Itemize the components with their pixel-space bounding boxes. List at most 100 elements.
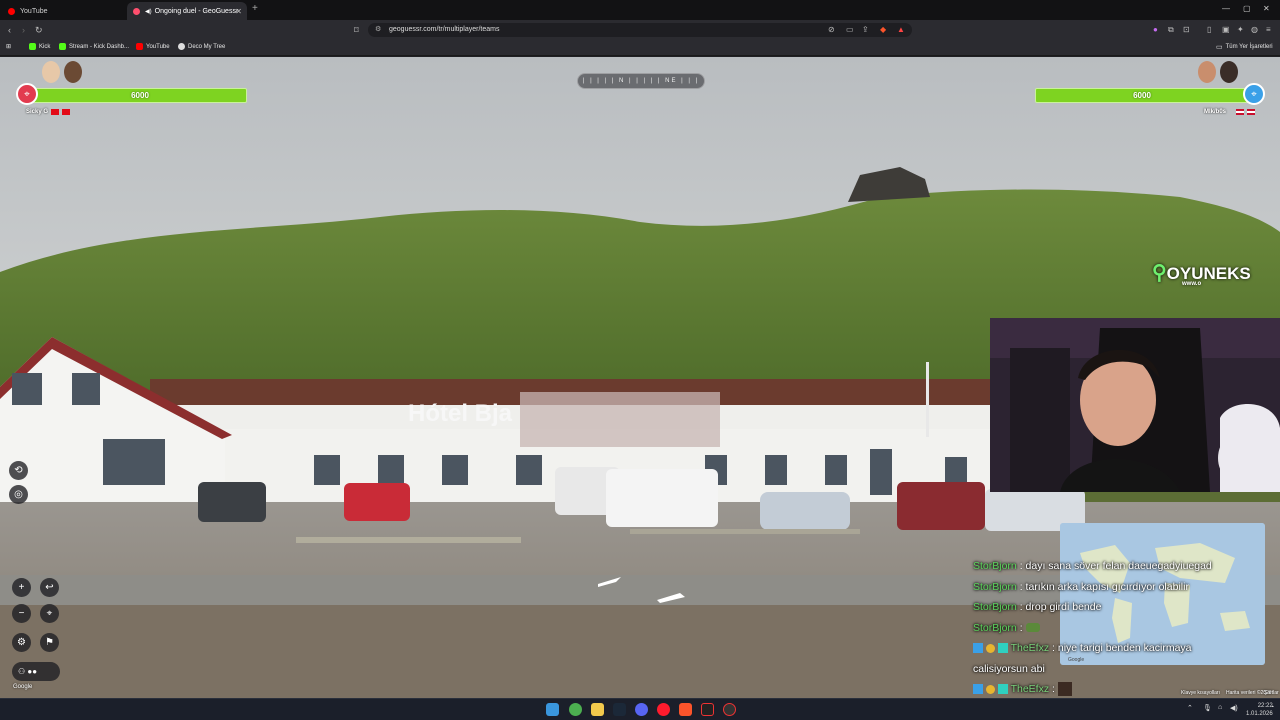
- geoguessr-icon: [133, 7, 140, 15]
- streamer-webcam: [990, 318, 1280, 492]
- chat-text: calisiyorsun abi: [973, 662, 1045, 675]
- subscriber-badge-icon: [997, 684, 1008, 695]
- share-icon[interactable]: ⇪: [862, 25, 869, 34]
- obs-icon[interactable]: [723, 703, 736, 716]
- steam-icon[interactable]: [613, 703, 626, 716]
- tab-geoguessr-label: Ongoing duel - GeoGuessr: [154, 7, 239, 15]
- stream-chat: StorBjorn : dayı sana söver felan daeueg…: [973, 556, 1248, 700]
- badge-icon: [973, 684, 983, 695]
- mic-icon[interactable]: 🎙: [1203, 704, 1212, 712]
- location-pin-icon: ⌖: [16, 83, 38, 105]
- turkey-flag-icon: [62, 109, 70, 115]
- tray-chevron-icon[interactable]: ⌃: [1187, 704, 1193, 712]
- chat-message: StorBjorn : dayı sana söver felan daeueg…: [973, 560, 1212, 572]
- bookmark-deco-my-tree[interactable]: Deco My Tree: [178, 43, 225, 50]
- clock-date: 1.01.2026: [1246, 711, 1273, 717]
- back-button[interactable]: ‹: [8, 25, 11, 35]
- left-team-health: 6000: [33, 88, 247, 103]
- chat-username: StorBjorn: [973, 560, 1017, 572]
- youtube-icon: [8, 7, 15, 15]
- bookmark-label: Kick: [39, 43, 51, 50]
- menu-icon[interactable]: ≡: [1266, 25, 1271, 34]
- flag-icon[interactable]: ⚑: [40, 633, 59, 652]
- bookmark-label: YouTube: [146, 43, 170, 50]
- extension-icon[interactable]: ●: [1153, 25, 1158, 34]
- chat-username: TheEfxz: [1010, 683, 1050, 695]
- bookmark-icon[interactable]: ⌑: [354, 25, 359, 36]
- pip-icon[interactable]: ▭: [846, 25, 854, 34]
- notification-bell-icon[interactable]: ◔: [1270, 704, 1274, 711]
- network-icon[interactable]: ⌂: [1218, 704, 1222, 711]
- return-to-start-icon[interactable]: ⟲: [9, 461, 28, 480]
- zoom-out-button[interactable]: −: [12, 604, 31, 623]
- apps-icon[interactable]: ⊞: [6, 43, 11, 50]
- app-icon[interactable]: [701, 703, 714, 716]
- address-toolbar: ‹ › ↻ ⌑ ⚙ geoguessr.com/tr/multiplayer/t…: [0, 20, 1280, 40]
- keyboard-shortcuts-link[interactable]: Klavye kısayolları: [1181, 690, 1220, 696]
- windows-start-icon[interactable]: [546, 703, 559, 716]
- location-pin-icon: ⌖: [1243, 83, 1265, 105]
- tab-youtube[interactable]: YouTube: [2, 2, 124, 20]
- kick-icon: [29, 43, 36, 50]
- site-info-icon[interactable]: ⚙: [375, 23, 381, 37]
- chat-username: StorBjorn: [973, 621, 1017, 634]
- tab-youtube-label: YouTube: [20, 7, 48, 15]
- downloads-icon[interactable]: ⊡: [1183, 25, 1190, 34]
- cast-icon[interactable]: ⊘: [828, 25, 835, 34]
- browser-tab-strip: YouTube ◀) Ongoing duel - GeoGuessr ✕ + …: [0, 0, 1280, 20]
- emote-icon: [1025, 623, 1040, 633]
- bookmarks-bar: ⊞ Kick Stream - Kick Dashb... YouTube De…: [0, 40, 1280, 56]
- team-players-button[interactable]: ⚇ ●●: [12, 662, 60, 681]
- close-window-button[interactable]: ✕: [1263, 4, 1270, 13]
- discord-icon[interactable]: [635, 703, 648, 716]
- maximize-button[interactable]: ▢: [1243, 4, 1251, 13]
- coin-badge-icon: [985, 684, 995, 694]
- kick-icon: [59, 43, 66, 50]
- reload-button[interactable]: ↻: [35, 25, 43, 36]
- sidebar-icon[interactable]: ▯: [1207, 25, 1211, 34]
- bookmark-kick-dashboard[interactable]: Stream - Kick Dashb...: [59, 43, 129, 50]
- new-tab-button[interactable]: +: [252, 3, 258, 14]
- right-team-name: Mlk/b0s: [1204, 109, 1227, 115]
- brave-shields-icon[interactable]: ◆: [880, 25, 886, 34]
- pin-location-icon[interactable]: ⌖: [40, 604, 59, 623]
- back-arrow-icon[interactable]: ↩: [40, 578, 59, 597]
- all-bookmarks-folder[interactable]: ▭ Tüm Yer İşaretleri: [1216, 43, 1273, 51]
- vpn-icon[interactable]: ◍: [1251, 25, 1258, 34]
- chat-text: tarıkın arka kapısı gıcırdıyor olabilir: [1025, 580, 1189, 593]
- extensions-icon[interactable]: ⧉: [1168, 25, 1174, 35]
- sponsor-logo: ⚲OYUNEKS www.o: [1152, 260, 1251, 287]
- chat-text: dayı sana söver felan daeuegadyiuegad: [1025, 560, 1212, 572]
- settings-gear-icon[interactable]: ⚙: [12, 633, 31, 652]
- opera-icon[interactable]: [657, 703, 670, 716]
- globe-icon: [178, 43, 185, 50]
- leo-icon[interactable]: ✦: [1237, 25, 1244, 34]
- undo-move-icon[interactable]: ◎: [9, 485, 28, 504]
- rewards-icon[interactable]: ▲: [897, 25, 905, 34]
- bookmark-youtube[interactable]: YouTube: [136, 43, 170, 50]
- chat-message: StorBjorn : tarıkın arka kapısı gıcırdıy…: [973, 580, 1189, 593]
- bookmark-label: Deco My Tree: [188, 43, 226, 50]
- forward-button[interactable]: ›: [22, 25, 25, 35]
- player-avatar: [1198, 61, 1216, 83]
- minimize-button[interactable]: —: [1222, 4, 1230, 13]
- volume-icon[interactable]: ◀): [1230, 704, 1238, 712]
- chrome-icon[interactable]: [569, 703, 582, 716]
- terms-link[interactable]: Şartlar: [1264, 690, 1279, 696]
- file-explorer-icon[interactable]: [591, 703, 604, 716]
- sponsor-icon: ⚲: [1152, 262, 1167, 284]
- system-clock[interactable]: 22:22 1.01.2026: [1246, 702, 1273, 718]
- close-tab-icon[interactable]: ✕: [235, 7, 242, 16]
- wallet-icon[interactable]: ▣: [1222, 25, 1230, 34]
- sponsor-brand-text: OYUNEKS: [1166, 264, 1251, 283]
- tab-geoguessr[interactable]: ◀) Ongoing duel - GeoGuessr ✕: [127, 2, 247, 20]
- compass-strip: | | | | | N | | | | | NE | | |: [577, 73, 705, 89]
- zoom-in-button[interactable]: +: [12, 578, 31, 597]
- subscriber-badge-icon: [997, 643, 1008, 654]
- player-avatar: [64, 61, 82, 83]
- chat-message: StorBjorn : drop girdi bende: [973, 601, 1102, 613]
- bookmark-kick[interactable]: Kick: [29, 43, 50, 50]
- chat-message: StorBjorn :: [973, 618, 1248, 639]
- google-watermark: Google: [13, 684, 33, 690]
- brave-icon[interactable]: [679, 703, 692, 716]
